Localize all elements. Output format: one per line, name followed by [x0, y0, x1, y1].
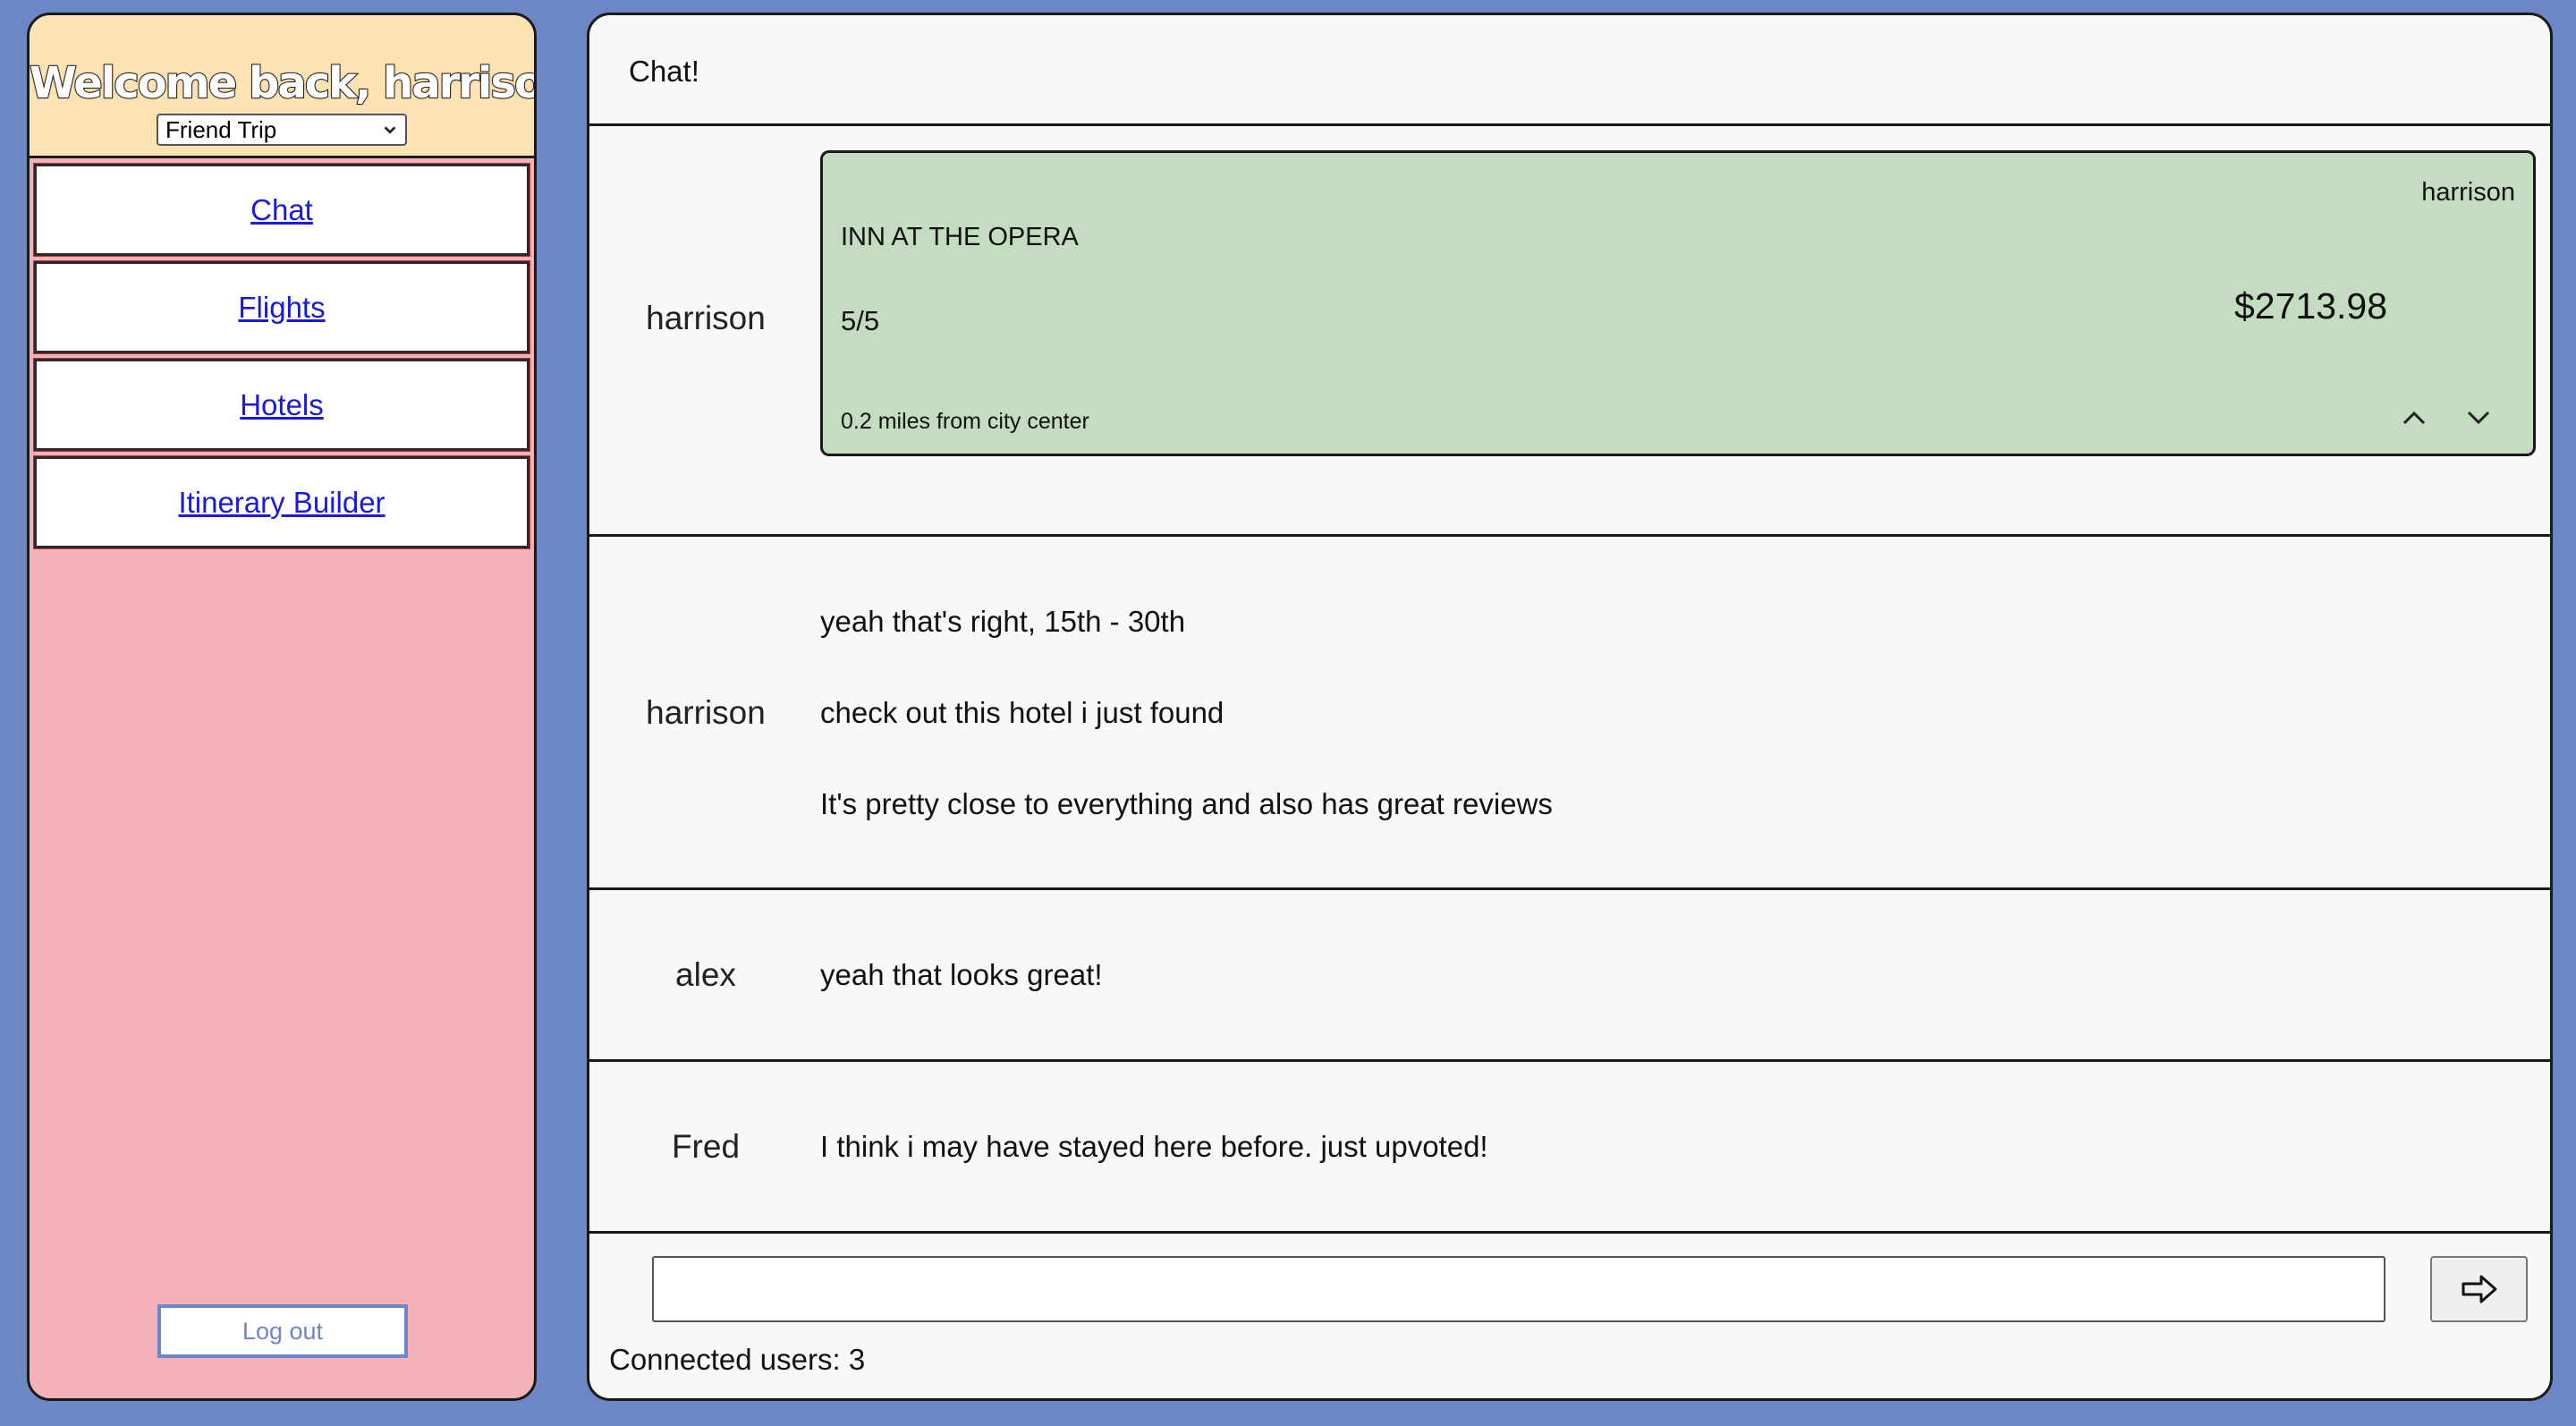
message-text: yeah that looks great! [820, 958, 1103, 991]
chat-composer: Connected users: 3 [589, 1235, 2550, 1398]
hotel-card-poster: harrison [2421, 178, 2515, 207]
nav-item-chat[interactable]: Chat [34, 164, 530, 256]
chevron-down-icon [2467, 411, 2490, 425]
nav-item-flights[interactable]: Flights [34, 261, 530, 353]
message-row: harrison harrison INN AT THE OPERA 5/5 $… [589, 126, 2550, 537]
message-row: Fred I think i may have stayed here befo… [589, 1062, 2550, 1234]
nav-link-flights[interactable]: Flights [238, 291, 325, 325]
nav-item-itinerary-builder[interactable]: Itinerary Builder [34, 456, 530, 548]
nav-link-hotels[interactable]: Hotels [240, 388, 324, 422]
hotel-distance: 0.2 miles from city center [841, 409, 1089, 434]
message-sender: harrison [646, 300, 766, 336]
nav-link-itinerary-builder[interactable]: Itinerary Builder [178, 486, 385, 520]
upvote-button[interactable] [2396, 402, 2432, 434]
page-title: Chat! [589, 15, 2550, 126]
chat-panel: Chat! harrison harrison INN AT THE OPERA… [587, 13, 2553, 1401]
hotel-card[interactable]: harrison INN AT THE OPERA 5/5 $2713.98 0… [820, 150, 2536, 456]
sidebar-header: Welcome back, harrison! Friend Trip [30, 15, 534, 158]
message-text: check out this hotel i just found [820, 696, 1224, 729]
chat-input[interactable] [652, 1256, 2385, 1322]
chevron-down-icon [384, 126, 396, 134]
downvote-button[interactable] [2461, 402, 2496, 434]
message-text: yeah that's right, 15th - 30th [820, 605, 1186, 638]
message-sender: Fred [671, 1128, 741, 1165]
nav-link-chat[interactable]: Chat [250, 193, 313, 227]
hotel-name: INN AT THE OPERA [841, 223, 1079, 251]
message-sender: harrison [646, 694, 766, 731]
welcome-heading: Welcome back, harrison! [30, 58, 537, 108]
message-text: I think i may have stayed here before. j… [820, 1130, 1488, 1163]
chevron-up-icon [2402, 411, 2426, 425]
message-sender: alex [675, 956, 736, 993]
nav-item-hotels[interactable]: Hotels [34, 359, 530, 451]
send-button[interactable] [2430, 1256, 2528, 1322]
trip-select[interactable]: Friend Trip [157, 114, 407, 146]
hotel-rating: 5/5 [841, 305, 880, 336]
connected-users: Connected users: 3 [609, 1343, 866, 1376]
sidebar: Welcome back, harrison! Friend Trip Chat… [27, 13, 537, 1401]
arrow-right-icon [2462, 1275, 2496, 1303]
logout-button[interactable]: Log out [157, 1304, 408, 1358]
message-row: alex yeah that looks great! [589, 890, 2550, 1062]
hotel-price: $2713.98 [2234, 285, 2388, 327]
message-row: harrison yeah that's right, 15th - 30th … [589, 537, 2550, 890]
trip-select-value: Friend Trip [165, 115, 277, 143]
message-text: It's pretty close to everything and also… [820, 787, 1553, 820]
